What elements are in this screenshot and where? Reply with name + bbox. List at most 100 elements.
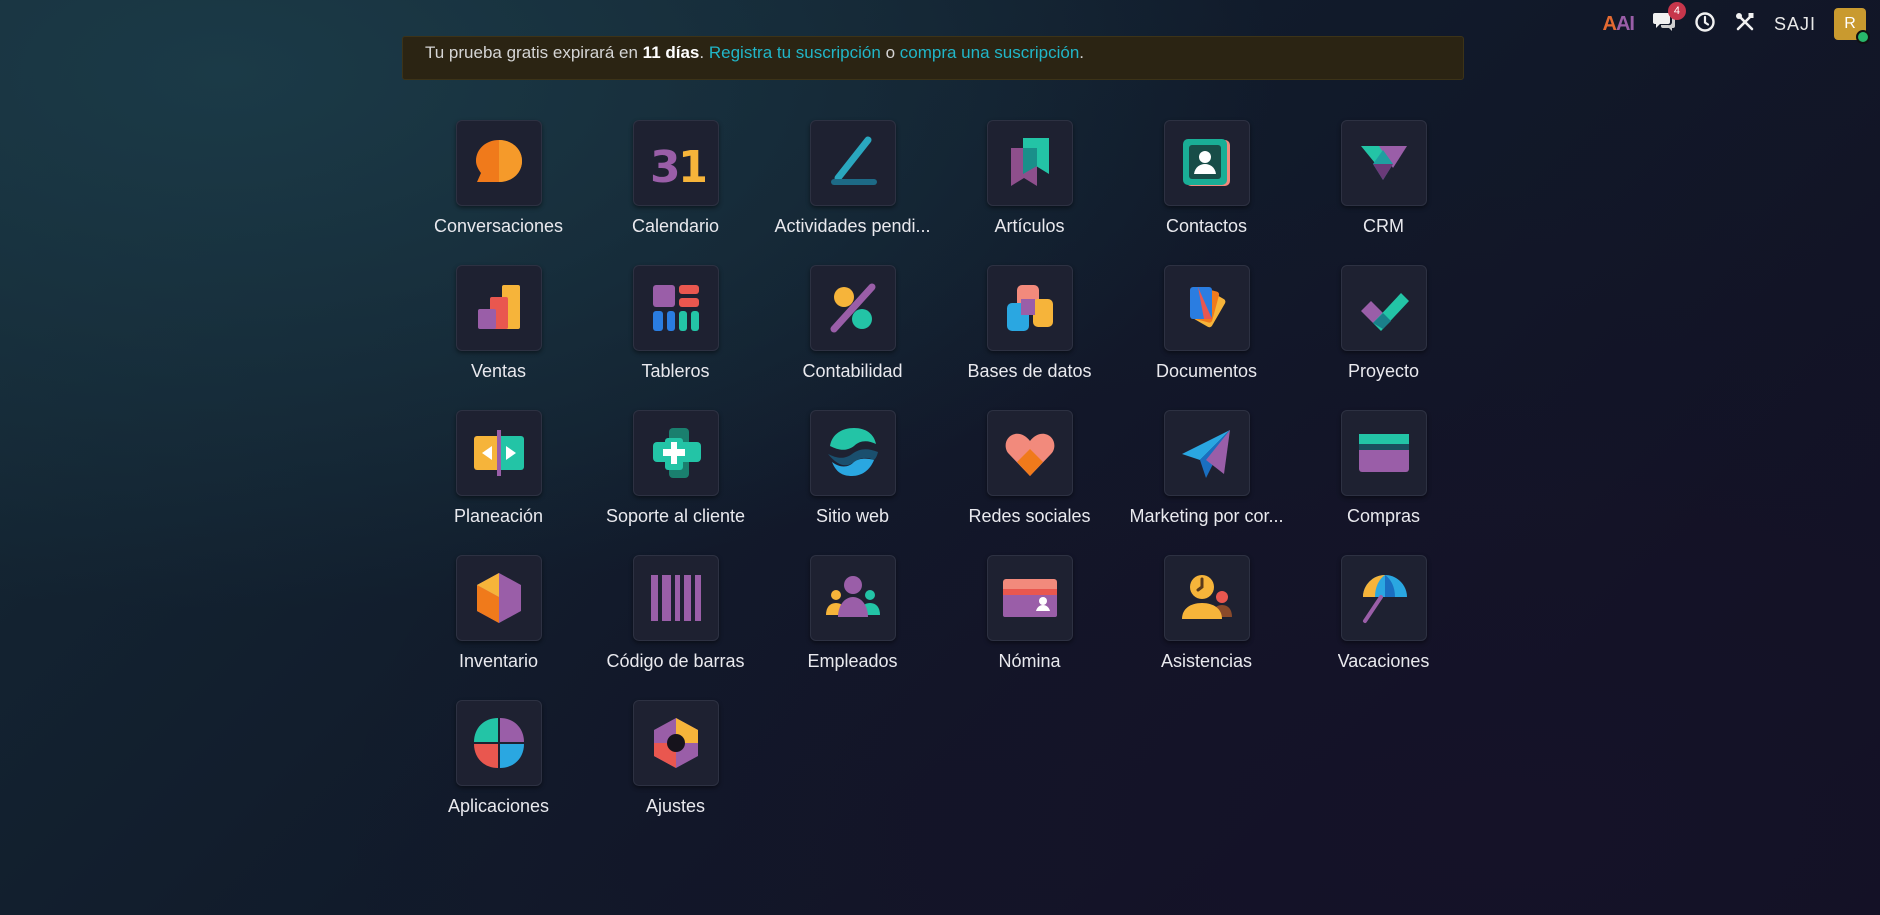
app-contabilidad[interactable]: Contabilidad — [764, 265, 941, 382]
app-calendario[interactable]: 31 Calendario — [587, 120, 764, 237]
app-proyecto[interactable]: Proyecto — [1295, 265, 1472, 382]
app-ajustes[interactable]: Ajustes — [587, 700, 764, 817]
app-label: Redes sociales — [968, 506, 1091, 526]
app-sitio-web[interactable]: Sitio web — [764, 410, 941, 527]
attendances-icon — [1163, 555, 1250, 641]
messages-button[interactable]: 4 — [1652, 1, 1686, 38]
online-status-dot — [1856, 30, 1870, 44]
app-label: Marketing por cor... — [1129, 506, 1284, 526]
app-label: Documentos — [1155, 361, 1258, 381]
app-bases-de-datos[interactable]: Bases de datos — [941, 265, 1118, 382]
inventory-icon — [455, 555, 542, 641]
trial-sep1: . — [699, 43, 705, 62]
app-asistencias[interactable]: Asistencias — [1118, 555, 1295, 672]
company-switcher[interactable]: SAJI — [1774, 14, 1816, 35]
app-nomina[interactable]: Nómina — [941, 555, 1118, 672]
app-aplicaciones[interactable]: Aplicaciones — [410, 700, 587, 817]
app-documentos[interactable]: Documentos — [1118, 265, 1295, 382]
apps-grid: Conversaciones 31 Calendario Actividades… — [410, 120, 1470, 817]
app-crm[interactable]: CRM — [1295, 120, 1472, 237]
app-label: Ventas — [470, 361, 527, 381]
app-label: Contabilidad — [802, 361, 903, 381]
app-label: Calendario — [631, 216, 720, 236]
trial-or: o — [885, 43, 896, 62]
app-redes-sociales[interactable]: Redes sociales — [941, 410, 1118, 527]
app-label: Artículos — [994, 216, 1065, 236]
website-icon — [809, 410, 896, 496]
app-ventas[interactable]: Ventas — [410, 265, 587, 382]
app-vacaciones[interactable]: Vacaciones — [1295, 555, 1472, 672]
databases-icon — [986, 265, 1073, 351]
activities-icon — [809, 120, 896, 206]
app-label: Asistencias — [1160, 651, 1253, 671]
app-soporte[interactable]: Soporte al cliente — [587, 410, 764, 527]
trial-sep2: . — [1079, 43, 1085, 62]
app-label: Aplicaciones — [447, 796, 550, 816]
app-actividades[interactable]: Actividades pendi... — [764, 120, 941, 237]
systray: A AI 4 SAJI R — [1603, 0, 1880, 48]
app-inventario[interactable]: Inventario — [410, 555, 587, 672]
app-label: Empleados — [807, 651, 898, 671]
settings-icon — [632, 700, 719, 786]
app-conversaciones[interactable]: Conversaciones — [410, 120, 587, 237]
app-label: Ajustes — [645, 796, 706, 816]
app-contactos[interactable]: Contactos — [1118, 120, 1295, 237]
time-off-icon — [1340, 555, 1427, 641]
app-label: Inventario — [458, 651, 539, 671]
project-icon — [1340, 265, 1427, 351]
app-label: Planeación — [453, 506, 544, 526]
avatar[interactable]: R — [1834, 8, 1870, 44]
app-label: Proyecto — [1347, 361, 1420, 381]
trial-banner: Tu prueba gratis expirará en 11 días. Re… — [402, 36, 1464, 80]
trial-text: Tu prueba gratis expirará en — [425, 43, 638, 62]
app-planeacion[interactable]: Planeación — [410, 410, 587, 527]
debug-tools-button[interactable] — [1734, 11, 1756, 38]
app-label: Sitio web — [815, 506, 890, 526]
employees-icon — [809, 555, 896, 641]
avatar-initial: R — [1844, 15, 1856, 32]
svg-text:3: 3 — [650, 142, 681, 192]
ai-button[interactable]: A AI — [1603, 12, 1635, 36]
barcode-icon — [632, 555, 719, 641]
app-label: Actividades pendi... — [774, 216, 931, 236]
purchase-icon — [1340, 410, 1427, 496]
app-label: Bases de datos — [967, 361, 1092, 381]
contacts-icon — [1163, 120, 1250, 206]
social-icon — [986, 410, 1073, 496]
ai-label: AI — [1615, 12, 1635, 35]
sales-icon — [455, 265, 542, 351]
app-articulos[interactable]: Artículos — [941, 120, 1118, 237]
crm-icon — [1340, 120, 1427, 206]
app-label: Compras — [1346, 506, 1421, 526]
helpdesk-icon — [632, 410, 719, 496]
tools-icon — [1734, 11, 1756, 38]
app-compras[interactable]: Compras — [1295, 410, 1472, 527]
buy-subscription-link[interactable]: compra una suscripción — [900, 43, 1080, 62]
app-tableros[interactable]: Tableros — [587, 265, 764, 382]
activity-button[interactable] — [1694, 11, 1716, 38]
app-label: Conversaciones — [433, 216, 564, 236]
trial-days: 11 días — [642, 43, 700, 62]
clock-icon — [1694, 11, 1716, 38]
app-label: Código de barras — [606, 651, 745, 671]
app-label: Tableros — [641, 361, 710, 381]
app-label: Vacaciones — [1337, 651, 1430, 671]
planning-icon — [455, 410, 542, 496]
messages-badge: 4 — [1667, 1, 1686, 20]
app-codigo-de-barras[interactable]: Código de barras — [587, 555, 764, 672]
register-subscription-link[interactable]: Registra tu suscripción — [709, 43, 881, 62]
app-empleados[interactable]: Empleados — [764, 555, 941, 672]
articles-icon — [986, 120, 1073, 206]
app-label: CRM — [1363, 216, 1404, 236]
email-marketing-icon — [1163, 410, 1250, 496]
trial-banner-text: Tu prueba gratis expirará en 11 días. Re… — [425, 43, 1084, 63]
svg-text:1: 1 — [678, 142, 705, 192]
app-marketing[interactable]: Marketing por cor... — [1118, 410, 1295, 527]
documents-icon — [1163, 265, 1250, 351]
conversations-icon — [455, 120, 542, 206]
accounting-icon — [809, 265, 896, 351]
app-label: Nómina — [998, 651, 1061, 671]
dashboards-icon — [632, 265, 719, 351]
app-label: Soporte al cliente — [605, 506, 746, 526]
payroll-icon — [986, 555, 1073, 641]
